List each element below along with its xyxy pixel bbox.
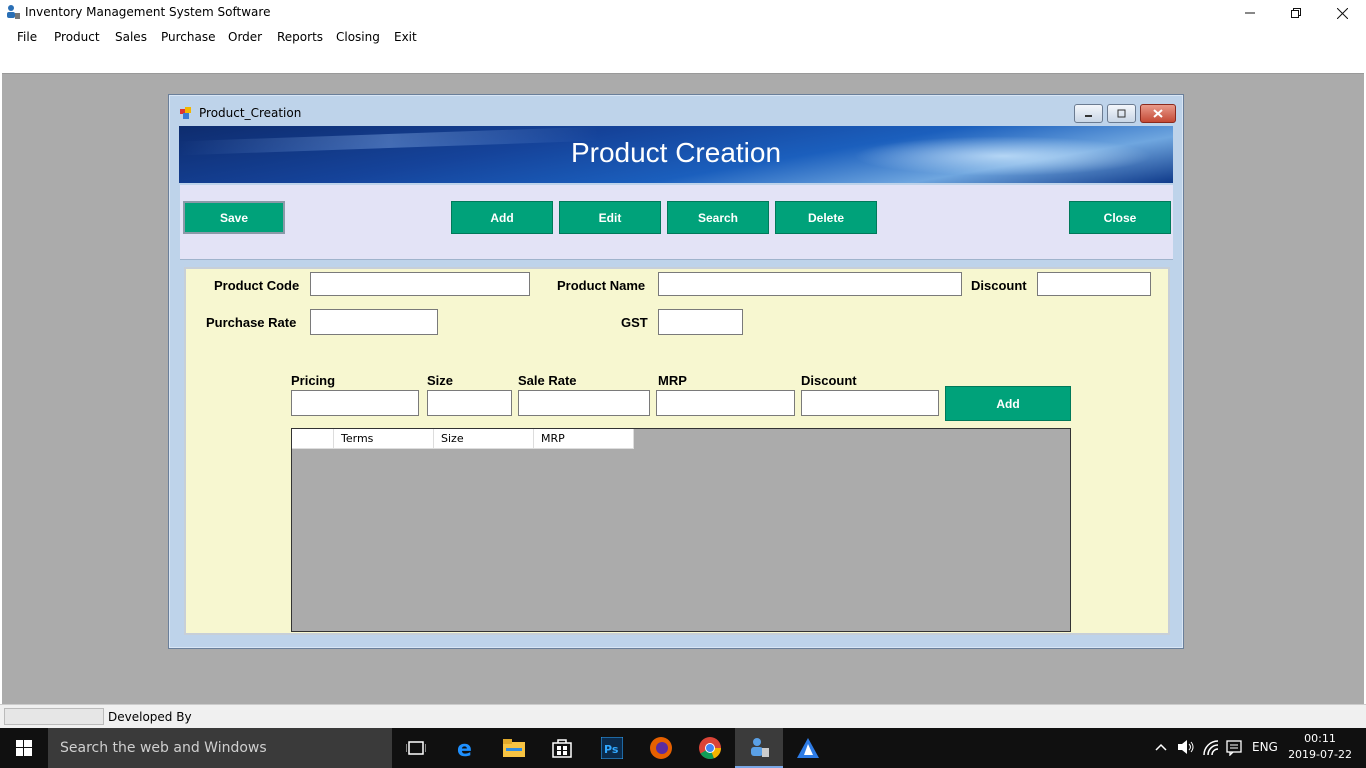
product-name-label: Product Name (557, 278, 646, 293)
gst-field[interactable] (658, 309, 743, 335)
minimize-icon (1245, 12, 1255, 14)
developed-by-label: Developed By (108, 710, 192, 724)
svg-text:e: e (457, 737, 472, 759)
menu-closing[interactable]: Closing (336, 30, 380, 44)
mrp-field[interactable] (656, 390, 795, 416)
grid-col-terms[interactable]: Terms (334, 429, 434, 449)
inventory-app-button[interactable] (735, 728, 783, 768)
chrome-icon (699, 737, 722, 760)
taskbar: Search the web and Windows e Ps ENG 00:1… (0, 728, 1366, 768)
purchase-rate-label: Purchase Rate (206, 315, 297, 330)
notifications-icon[interactable] (1226, 740, 1242, 756)
form-restore-button[interactable] (1107, 104, 1136, 123)
app-icon (7, 5, 20, 19)
size-field[interactable] (427, 390, 512, 416)
firefox-icon (650, 737, 672, 759)
chrome-button[interactable] (686, 728, 734, 768)
menu-bar: File Product Sales Purchase Order Report… (0, 26, 1366, 48)
grid-col-mrp[interactable]: MRP (534, 429, 634, 449)
task-view-icon (406, 741, 426, 755)
svg-text:Ps: Ps (604, 743, 619, 756)
purchase-rate-field[interactable] (310, 309, 438, 335)
photoshop-icon: Ps (601, 737, 623, 759)
firefox-button[interactable] (637, 728, 685, 768)
clock-time: 00:11 (1304, 732, 1336, 745)
wifi-icon[interactable] (1203, 740, 1219, 756)
app-titlebar: Inventory Management System Software (0, 0, 1366, 26)
menu-exit[interactable]: Exit (394, 30, 417, 44)
close-icon (1153, 109, 1163, 118)
grid-row-header (292, 429, 334, 449)
product-code-label: Product Code (214, 278, 300, 293)
discount-field[interactable] (1037, 272, 1151, 296)
close-button[interactable]: Close (1069, 201, 1171, 234)
pricing-field[interactable] (291, 390, 419, 416)
edge-taskbar-button[interactable]: e (441, 728, 489, 768)
language-indicator[interactable]: ENG (1252, 740, 1278, 754)
search-button[interactable]: Search (667, 201, 769, 234)
menu-file[interactable]: File (17, 30, 37, 44)
product-name-field[interactable] (658, 272, 962, 296)
store-button[interactable] (538, 728, 586, 768)
form-banner: Product Creation (179, 126, 1173, 183)
form-minimize-button[interactable] (1074, 104, 1103, 123)
store-icon (552, 739, 572, 758)
form-close-button[interactable] (1140, 104, 1176, 123)
add-button[interactable]: Add (451, 201, 553, 234)
inventory-app-icon (751, 738, 769, 757)
task-view-button[interactable] (392, 728, 440, 768)
app-title: Inventory Management System Software (25, 5, 271, 19)
restore-button[interactable] (1273, 0, 1319, 26)
volume-icon[interactable] (1177, 739, 1195, 755)
menu-reports[interactable]: Reports (277, 30, 323, 44)
edge-icon: e (457, 737, 472, 759)
banner-title: Product Creation (570, 137, 782, 168)
pricing-label: Pricing (291, 373, 336, 388)
photoshop-button[interactable]: Ps (588, 728, 636, 768)
folder-icon (503, 739, 525, 757)
edit-button[interactable]: Edit (559, 201, 661, 234)
azure-icon (797, 738, 819, 758)
sale-rate-field[interactable] (518, 390, 650, 416)
grid-col-size[interactable]: Size (434, 429, 534, 449)
menu-product[interactable]: Product (54, 30, 100, 44)
pricing-discount-label: Discount (801, 373, 857, 388)
menu-sales[interactable]: Sales (115, 30, 147, 44)
gst-label: GST (621, 315, 648, 330)
size-label: Size (427, 373, 454, 388)
restore-icon (1291, 8, 1301, 18)
azure-button[interactable] (784, 728, 832, 768)
sale-rate-label: Sale Rate (518, 373, 577, 388)
status-bar: Developed By (0, 704, 1366, 729)
minimize-button[interactable] (1227, 0, 1273, 26)
minimize-icon (1085, 115, 1092, 117)
show-hidden-icons[interactable] (1155, 742, 1167, 752)
save-button[interactable]: Save (183, 201, 285, 234)
restore-icon (1117, 109, 1126, 118)
clock-date: 2019-07-22 (1288, 748, 1352, 761)
status-progress (4, 708, 104, 725)
mrp-label: MRP (658, 373, 687, 388)
close-window-button[interactable] (1319, 0, 1365, 26)
close-icon (1336, 7, 1348, 19)
taskbar-search-box[interactable]: Search the web and Windows (48, 728, 392, 768)
clock[interactable]: 00:11 2019-07-22 (1288, 731, 1352, 763)
product-code-field[interactable] (310, 272, 530, 296)
pricing-discount-field[interactable] (801, 390, 939, 416)
form-icon (180, 107, 191, 119)
menu-order[interactable]: Order (228, 30, 262, 44)
menu-purchase[interactable]: Purchase (161, 30, 216, 44)
delete-button[interactable]: Delete (775, 201, 877, 234)
discount-label: Discount (971, 278, 1027, 293)
form-title: Product_Creation (199, 106, 302, 120)
pricing-grid[interactable]: Terms Size MRP (291, 428, 1071, 632)
start-button[interactable] (0, 728, 48, 768)
windows-icon (16, 740, 32, 756)
add-pricing-button[interactable]: Add (945, 386, 1071, 421)
file-explorer-button[interactable] (490, 728, 538, 768)
